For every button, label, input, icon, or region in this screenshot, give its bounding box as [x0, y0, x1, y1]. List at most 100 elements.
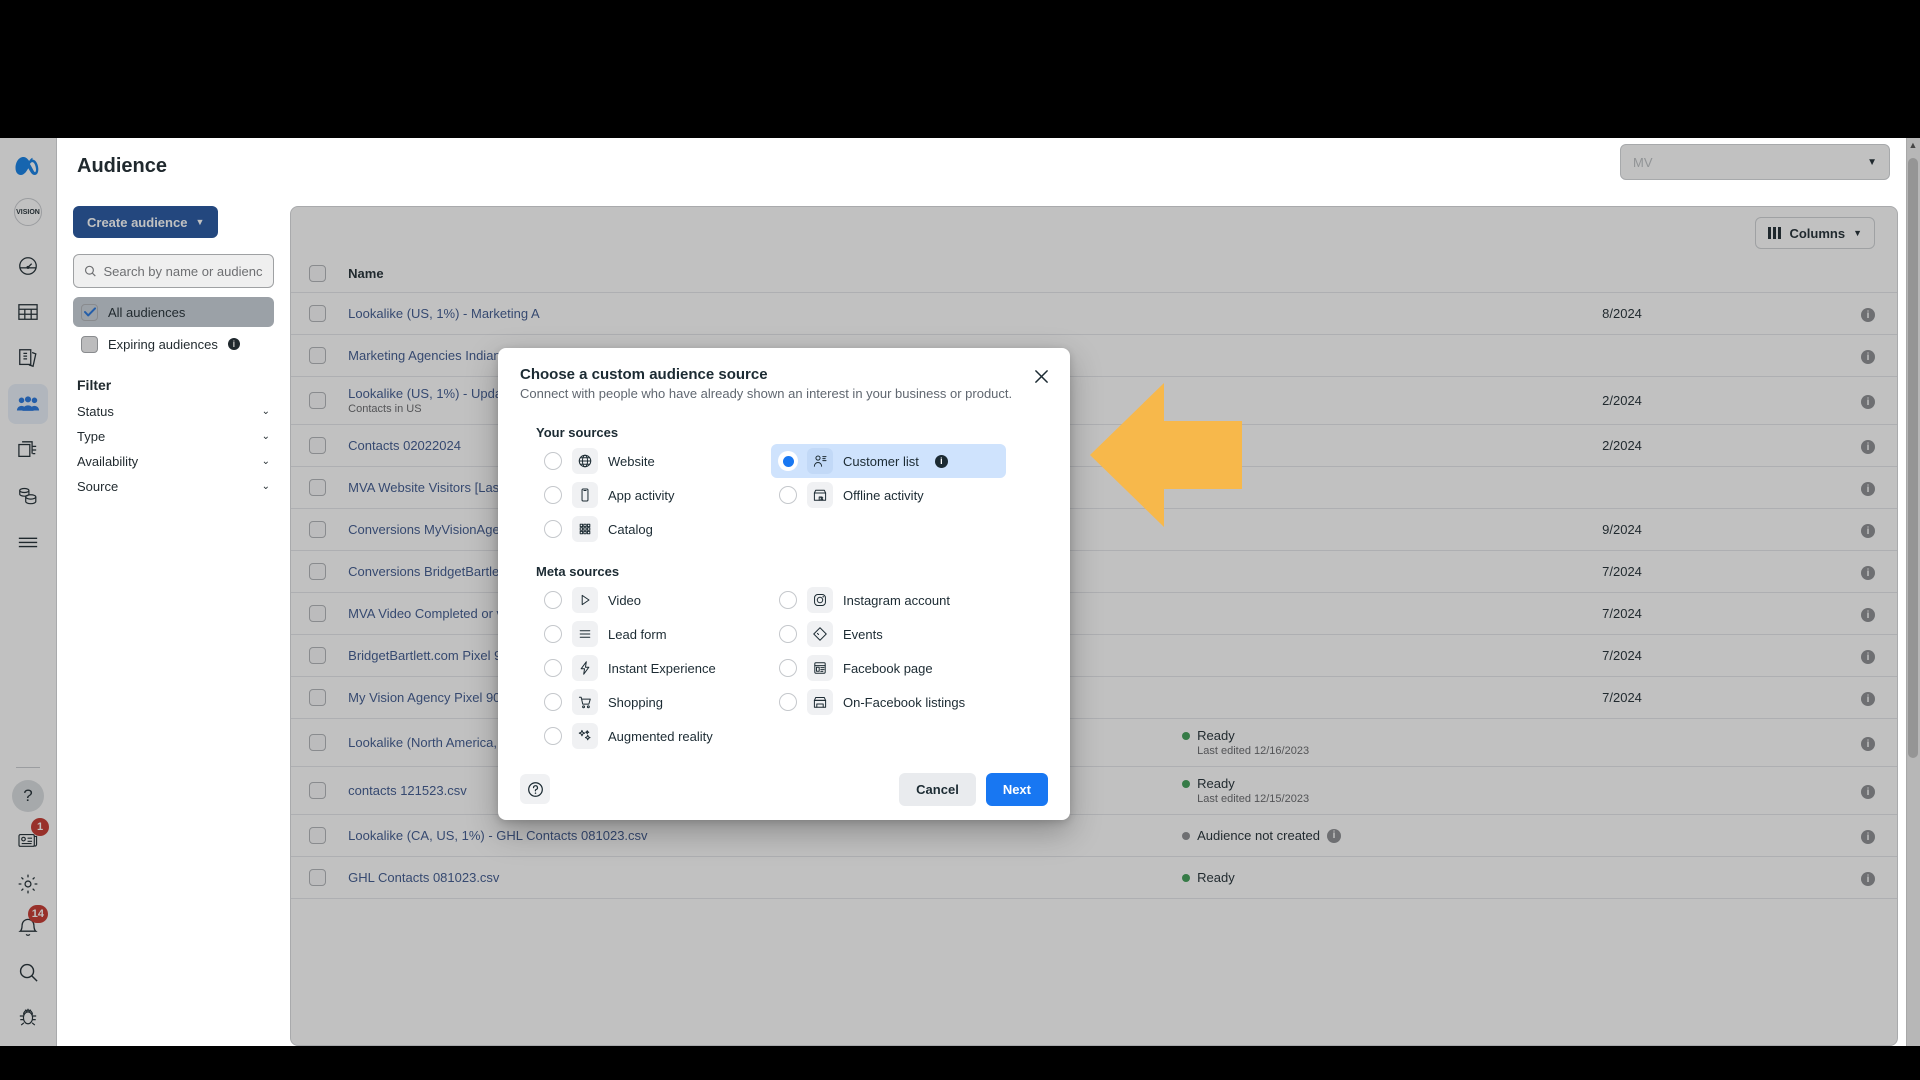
source-option-instant-experience[interactable]: Instant Experience	[536, 651, 771, 685]
table-row[interactable]: GHL Contacts 081023.csv Ready i	[291, 856, 1897, 899]
info-icon[interactable]: i	[1861, 524, 1875, 538]
info-icon[interactable]: i	[1327, 828, 1342, 843]
checkbox-icon[interactable]	[309, 305, 326, 322]
next-button[interactable]: Next	[985, 772, 1048, 806]
info-icon[interactable]: i	[1861, 830, 1875, 844]
source-option-augmented-reality[interactable]: Augmented reality	[536, 719, 771, 753]
pages-icon[interactable]	[8, 338, 48, 378]
radio-icon[interactable]	[544, 625, 562, 643]
checkbox-icon[interactable]	[309, 689, 326, 706]
bug-icon[interactable]	[8, 996, 48, 1036]
meta-logo-icon[interactable]	[8, 146, 48, 186]
info-icon[interactable]: i	[1861, 737, 1875, 751]
checkbox-icon[interactable]	[309, 563, 326, 580]
source-option-catalog[interactable]: Catalog	[536, 512, 771, 546]
news-icon[interactable]: 1	[8, 818, 49, 860]
scrollbar-thumb[interactable]	[1908, 158, 1918, 758]
info-icon[interactable]: i	[934, 454, 948, 468]
checkbox-icon[interactable]	[309, 869, 326, 886]
create-audience-button[interactable]: Create audience ▼	[73, 206, 219, 238]
radio-icon[interactable]	[544, 486, 562, 504]
coins-icon[interactable]	[8, 476, 48, 516]
checkbox-icon[interactable]	[309, 392, 326, 409]
radio-icon[interactable]	[544, 727, 562, 745]
radio-icon[interactable]	[779, 591, 797, 609]
search-input[interactable]	[103, 263, 263, 279]
info-icon[interactable]: i	[1861, 608, 1875, 622]
filter-group-source[interactable]: Source ⌄	[73, 474, 274, 499]
audience-name-link[interactable]: Lookalike (CA, US, 1%) - GHL Contacts 08…	[348, 828, 1182, 843]
source-option-on-facebook-listings[interactable]: On-Facebook listings	[771, 685, 1006, 719]
info-icon[interactable]: i	[1861, 872, 1875, 886]
filter-group-type[interactable]: Type ⌄	[73, 424, 274, 449]
hamburger-icon[interactable]	[8, 522, 48, 562]
info-icon[interactable]: i	[1861, 692, 1875, 706]
audience-name-link[interactable]: GHL Contacts 081023.csv	[348, 870, 1182, 885]
source-option-shopping[interactable]: Shopping	[536, 685, 771, 719]
radio-selected-icon[interactable]	[779, 452, 797, 470]
column-header-name[interactable]: Name	[348, 259, 1183, 293]
table-row[interactable]: Lookalike (US, 1%) - Marketing A 8/2024 i	[291, 292, 1897, 335]
vertical-scrollbar[interactable]: ▲	[1906, 138, 1920, 1046]
audience-name-link[interactable]: Lookalike (US, 1%) - Marketing A	[348, 306, 1182, 321]
info-icon[interactable]: i	[1861, 308, 1875, 322]
filter-group-status[interactable]: Status ⌄	[73, 399, 274, 424]
source-option-events[interactable]: Events	[771, 617, 1006, 651]
checkbox-icon[interactable]	[309, 347, 326, 364]
source-option-customer-list[interactable]: Customer list i	[771, 444, 1006, 478]
info-icon[interactable]: i	[1861, 440, 1875, 454]
info-icon[interactable]: i	[1861, 350, 1875, 364]
filter-group-availability[interactable]: Availability ⌄	[73, 449, 274, 474]
checkbox-icon[interactable]	[309, 479, 326, 496]
search-icon[interactable]	[8, 952, 48, 992]
table-row[interactable]: Lookalike (CA, US, 1%) - GHL Contacts 08…	[291, 814, 1897, 857]
checkbox-icon[interactable]	[309, 734, 326, 751]
source-option-facebook-page[interactable]: Facebook page	[771, 651, 1006, 685]
checkbox-icon[interactable]	[309, 647, 326, 664]
gear-icon[interactable]	[8, 864, 48, 904]
info-icon[interactable]: i	[227, 338, 240, 350]
source-option-instagram-account[interactable]: Instagram account	[771, 583, 1006, 617]
checkbox-icon[interactable]	[309, 521, 326, 538]
radio-icon[interactable]	[544, 659, 562, 677]
vision-avatar-icon[interactable]: VISION	[8, 192, 48, 232]
checkbox-icon[interactable]	[309, 605, 326, 622]
help-icon[interactable]	[520, 774, 550, 804]
radio-icon[interactable]	[544, 693, 562, 711]
checkbox-icon[interactable]	[309, 437, 326, 454]
checkbox-icon[interactable]	[309, 827, 326, 844]
question-icon[interactable]: ?	[8, 776, 48, 816]
info-icon[interactable]: i	[1861, 650, 1875, 664]
radio-icon[interactable]	[544, 591, 562, 609]
bell-icon[interactable]: 14	[8, 905, 48, 948]
info-icon[interactable]: i	[1861, 395, 1875, 409]
table-icon[interactable]	[8, 292, 48, 332]
checkbox-icon[interactable]	[309, 265, 326, 282]
radio-icon[interactable]	[779, 486, 797, 504]
info-icon[interactable]: i	[1861, 566, 1875, 580]
columns-button[interactable]: Columns ▼	[1755, 217, 1875, 249]
ad-account-selector[interactable]: MV ▼	[1620, 144, 1890, 180]
filter-expiring-audiences[interactable]: Expiring audiences i	[73, 329, 274, 359]
close-icon[interactable]	[1028, 363, 1054, 389]
filter-all-audiences[interactable]: All audiences	[73, 297, 274, 327]
radio-icon[interactable]	[779, 625, 797, 643]
checkbox-icon[interactable]	[309, 782, 326, 799]
gauge-icon[interactable]	[8, 246, 48, 286]
info-icon[interactable]: i	[1861, 482, 1875, 496]
source-option-video[interactable]: Video	[536, 583, 771, 617]
copies-icon[interactable]	[8, 430, 48, 470]
source-option-offline-activity[interactable]: Offline activity	[771, 478, 1006, 512]
cancel-button[interactable]: Cancel	[899, 772, 976, 806]
scroll-up-icon[interactable]: ▲	[1908, 140, 1918, 150]
info-icon[interactable]: i	[1861, 785, 1875, 799]
source-option-app-activity[interactable]: App activity	[536, 478, 771, 512]
radio-icon[interactable]	[544, 520, 562, 538]
people-icon[interactable]	[8, 384, 48, 424]
source-option-website[interactable]: Website	[536, 444, 771, 478]
search-box[interactable]	[73, 254, 274, 288]
radio-icon[interactable]	[779, 659, 797, 677]
source-option-lead-form[interactable]: Lead form	[536, 617, 771, 651]
radio-icon[interactable]	[779, 693, 797, 711]
radio-icon[interactable]	[544, 452, 562, 470]
